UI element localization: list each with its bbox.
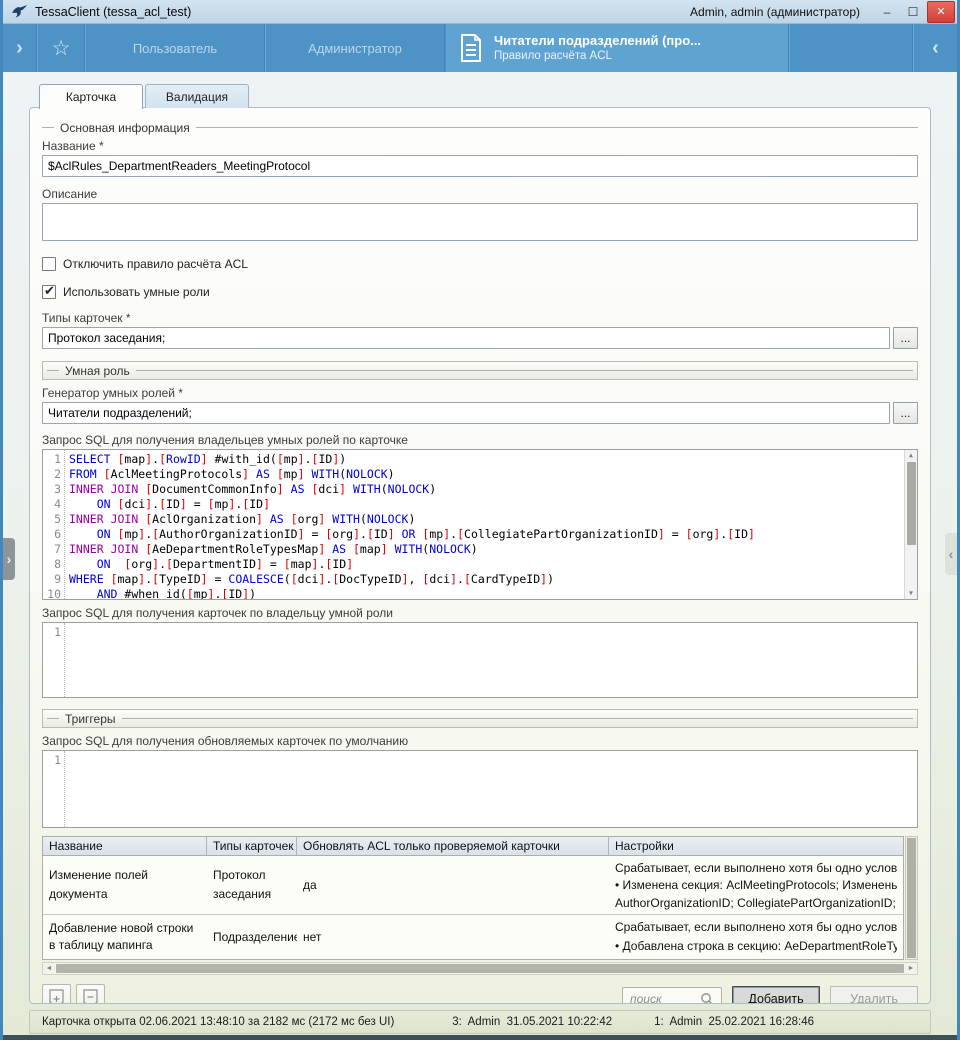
table-toolbar: Добавить Удалить — [42, 984, 918, 1004]
code-lines[interactable] — [65, 623, 917, 697]
sql-owners-editor[interactable]: 12345678910 SELECT [map].[RowID] #with_i… — [42, 449, 918, 600]
disable-acl-checkbox[interactable] — [42, 257, 56, 271]
code-lines[interactable] — [65, 751, 917, 827]
status-modified: 3: Admin 31.05.2021 10:22:42 — [452, 1016, 612, 1028]
remove-row-button[interactable] — [76, 984, 105, 1004]
maximize-button[interactable]: ☐ — [901, 2, 925, 22]
card-types-picker-button[interactable]: ... — [893, 327, 918, 349]
disable-acl-label: Отключить правило расчёта ACL — [63, 257, 248, 271]
status-bar: Карточка открыта 02.06.2021 13:48:10 за … — [29, 1010, 931, 1034]
group-smart-role: Умная роль — [47, 363, 913, 378]
card-types-label: Типы карточек * — [42, 311, 918, 326]
description-label: Описание — [42, 187, 918, 202]
cell-update-only: нет — [297, 915, 609, 959]
cell-name: Изменение полей документа — [43, 856, 207, 914]
col-header-update-only[interactable]: Обновлять ACL только проверяемой карточк… — [297, 837, 609, 855]
card-tab-strip: Карточка Валидация — [39, 84, 251, 108]
nav-tab-user[interactable]: Пользователь — [85, 24, 265, 72]
favorites-star-icon[interactable]: ☆ — [37, 24, 85, 72]
cell-update-only: да — [297, 856, 609, 914]
search-icon — [700, 992, 714, 1004]
nav-tab-admin[interactable]: Администратор — [265, 24, 445, 72]
search-input[interactable] — [630, 992, 700, 1004]
triggers-table-zone: Название Типы карточек Обновлять ACL тол… — [42, 836, 918, 960]
col-header-settings[interactable]: Настройки — [609, 837, 903, 855]
group-smart-role-strip: Умная роль — [42, 361, 918, 380]
group-main-info: Основная информация — [42, 120, 918, 135]
nav-empty-space — [789, 24, 913, 72]
sql-owners-label: Запрос SQL для получения владельцев умны… — [42, 433, 918, 448]
window-title: TessaClient (tessa_acl_test) — [35, 5, 191, 19]
generator-label: Генератор умных ролей * — [42, 386, 918, 401]
scroll-left-icon[interactable]: ◄ — [43, 965, 55, 972]
window-bottom-edge — [3, 1035, 957, 1040]
add-row-button[interactable] — [42, 984, 71, 1004]
card-types-input[interactable] — [42, 327, 890, 349]
title-bar: TessaClient (tessa_acl_test) Admin, admi… — [3, 0, 957, 24]
group-triggers-strip: Триггеры — [42, 709, 918, 728]
scroll-right-icon[interactable]: ► — [905, 965, 917, 972]
name-input[interactable] — [42, 155, 918, 177]
sql-default-label: Запрос SQL для получения обновляемых кар… — [42, 734, 918, 749]
nav-bar: › ☆ Пользователь Администратор Читатели … — [3, 24, 957, 72]
add-button[interactable]: Добавить — [732, 986, 820, 1004]
scrollbar-thumb[interactable] — [907, 462, 916, 545]
line-numbers: 12345678910 — [43, 450, 65, 599]
shield-minus-icon — [83, 989, 98, 1004]
table-search-box[interactable] — [622, 987, 722, 1004]
shield-plus-icon — [49, 989, 64, 1004]
app-logo-icon — [11, 4, 28, 19]
line-numbers: 1 — [43, 751, 65, 827]
status-card-opened: Карточка открыта 02.06.2021 13:48:10 за … — [42, 1016, 394, 1028]
tab-validation[interactable]: Валидация — [145, 84, 249, 108]
table-header-row: Название Типы карточек Обновлять ACL тол… — [43, 837, 903, 856]
generator-picker-button[interactable]: ... — [893, 402, 918, 424]
right-panel-expander[interactable]: ‹ — [945, 533, 957, 575]
document-icon — [460, 34, 482, 62]
scrollbar-thumb[interactable] — [56, 964, 904, 973]
cell-card-types: Подразделение — [207, 915, 297, 959]
user-info: Admin, admin (администратор) — [690, 5, 860, 19]
active-card-subtitle: Правило расчёта ACL — [494, 49, 701, 63]
col-header-name[interactable]: Название — [43, 837, 207, 855]
col-header-card-types[interactable]: Типы карточек — [207, 837, 297, 855]
tab-card[interactable]: Карточка — [39, 84, 143, 109]
close-button[interactable]: ✕ — [927, 1, 955, 23]
cell-name: Добавление новой строки в таблицу мапинг… — [43, 915, 207, 959]
generator-input[interactable] — [42, 402, 890, 424]
nav-collapse-chevron-icon[interactable]: ‹ — [913, 24, 957, 72]
sql-cards-editor[interactable]: 1 — [42, 622, 918, 698]
table-row[interactable]: Изменение полей документа Протокол засед… — [43, 856, 903, 915]
description-input[interactable] — [42, 203, 918, 241]
triggers-table: Название Типы карточек Обновлять ACL тол… — [42, 836, 904, 960]
sql-owners-scrollbar[interactable]: ▲ ▼ — [904, 450, 917, 599]
code-lines[interactable]: SELECT [map].[RowID] #with_id([mp].[ID])… — [65, 450, 917, 599]
scroll-up-icon[interactable]: ▲ — [909, 450, 913, 461]
name-label: Название * — [42, 139, 918, 154]
table-row[interactable]: Добавление новой строки в таблицу мапинг… — [43, 915, 903, 959]
active-card-title: Читатели подразделений (про... — [494, 33, 701, 49]
group-triggers: Триггеры — [47, 711, 913, 726]
cell-settings: Срабатывает, если выполнено хотя бы одно… — [609, 915, 903, 959]
use-smart-roles-checkbox[interactable] — [42, 285, 56, 299]
delete-button[interactable]: Удалить — [830, 986, 918, 1004]
scroll-down-icon[interactable]: ▼ — [909, 588, 913, 599]
app-window: TessaClient (tessa_acl_test) Admin, admi… — [0, 0, 960, 1040]
card-form-panel: Основная информация Название * Описание … — [29, 107, 931, 1004]
cell-card-types: Протокол заседания — [207, 856, 297, 914]
minimize-button[interactable]: – — [875, 2, 899, 22]
line-numbers: 1 — [43, 623, 65, 697]
nav-tab-active-card[interactable]: Читатели подразделений (про... Правило р… — [445, 24, 789, 72]
sql-default-editor[interactable]: 1 — [42, 750, 918, 828]
use-smart-roles-label: Использовать умные роли — [63, 285, 210, 299]
sql-cards-label: Запрос SQL для получения карточек по вла… — [42, 606, 918, 621]
left-panel-expander[interactable]: › — [3, 538, 15, 580]
cell-settings: Срабатывает, если выполнено хотя бы одно… — [609, 856, 903, 914]
status-created: 1: Admin 25.02.2021 16:28:46 — [654, 1016, 814, 1028]
table-vertical-scrollbar[interactable] — [905, 836, 918, 960]
nav-forward-chevron-icon[interactable]: › — [3, 24, 37, 72]
table-horizontal-scrollbar[interactable]: ◄ ► — [42, 962, 918, 975]
